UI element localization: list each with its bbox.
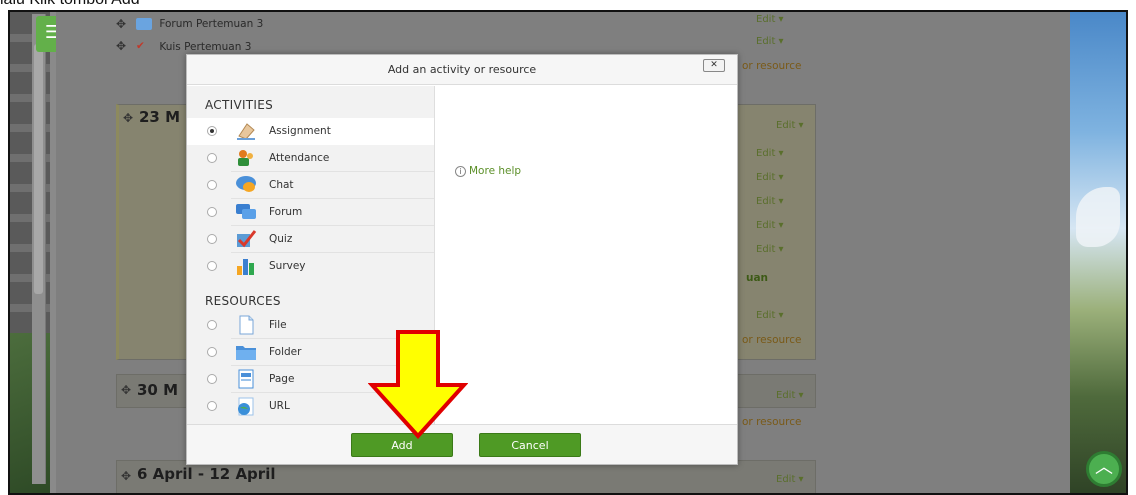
- assignment-icon: [237, 123, 255, 140]
- option-radio[interactable]: [207, 153, 217, 163]
- section-title: 6 April - 12 April: [137, 465, 276, 483]
- move-icon[interactable]: ✥: [121, 383, 131, 397]
- edit-menu-link[interactable]: Edit ▾: [776, 474, 804, 485]
- scroll-to-top-button[interactable]: ︿: [1086, 451, 1122, 487]
- instruction-caption: lalu Klik tombol Add: [0, 0, 140, 9]
- option-radio[interactable]: [207, 374, 217, 384]
- option-radio[interactable]: [207, 126, 217, 136]
- option-label: File: [269, 319, 287, 331]
- option-label: URL: [269, 400, 290, 412]
- option-label: Attendance: [269, 152, 330, 164]
- edit-menu-link[interactable]: Edit ▾: [756, 148, 784, 159]
- add-resource-link[interactable]: or resource: [742, 416, 802, 428]
- edit-menu-link[interactable]: Edit ▾: [756, 220, 784, 231]
- option-label: Page: [269, 373, 295, 385]
- edit-menu-link[interactable]: Edit ▾: [756, 36, 784, 47]
- edit-menu-link[interactable]: Edit ▾: [756, 244, 784, 255]
- option-chat[interactable]: Chat: [187, 172, 434, 199]
- option-label: Chat: [269, 179, 294, 191]
- option-quiz[interactable]: Quiz: [187, 226, 434, 253]
- option-label: Quiz: [269, 233, 293, 245]
- edit-menu-link[interactable]: Edit ▾: [776, 120, 804, 131]
- edit-menu-link[interactable]: Edit ▾: [776, 390, 804, 401]
- option-radio[interactable]: [207, 207, 217, 217]
- move-icon[interactable]: ✥: [116, 17, 126, 31]
- chat-icon: [236, 176, 256, 192]
- forum-icon: [136, 18, 152, 30]
- section-title: 23 M: [139, 108, 181, 126]
- survey-icon: [237, 259, 254, 275]
- option-survey[interactable]: Survey: [187, 253, 434, 280]
- page-icon: [238, 369, 254, 389]
- course-section-3: ✥ 6 April - 12 April: [116, 460, 816, 493]
- more-help-link[interactable]: i More help: [455, 165, 521, 177]
- option-radio[interactable]: [207, 320, 217, 330]
- course-activity-forum[interactable]: ✥ Forum Pertemuan 3: [116, 17, 264, 38]
- option-attendance[interactable]: Attendance: [187, 145, 434, 172]
- option-radio[interactable]: [207, 180, 217, 190]
- edit-menu-link[interactable]: Edit ▾: [756, 196, 784, 207]
- dialog-title: Add an activity or resource: [387, 63, 537, 76]
- add-resource-link[interactable]: or resource: [742, 334, 802, 346]
- course-activity-label: Kuis Pertemuan 3: [159, 41, 252, 53]
- add-resource-link[interactable]: or resource: [742, 60, 802, 72]
- edit-menu-link[interactable]: Edit ▾: [756, 310, 784, 321]
- move-icon[interactable]: ✥: [121, 469, 131, 483]
- option-radio[interactable]: [207, 401, 217, 411]
- move-icon[interactable]: ✥: [116, 39, 126, 53]
- move-icon[interactable]: ✥: [123, 111, 133, 125]
- activities-heading: ACTIVITIES: [205, 98, 274, 112]
- option-forum[interactable]: Forum: [187, 199, 434, 226]
- folder-icon: [236, 346, 256, 360]
- attendance-icon: [238, 150, 253, 166]
- cloud-image: [1076, 187, 1120, 247]
- down-arrow-annotation: [368, 330, 468, 439]
- section-link-fragment[interactable]: uan: [746, 272, 768, 284]
- option-label: Forum: [269, 206, 303, 218]
- option-radio[interactable]: [207, 234, 217, 244]
- file-icon: [239, 315, 254, 335]
- quiz-icon: ✔: [136, 40, 145, 52]
- option-label: Survey: [269, 260, 306, 272]
- dialog-header: Add an activity or resource ✕: [187, 55, 737, 85]
- forum-icon: [236, 204, 256, 219]
- left-scrollbar[interactable]: [32, 14, 46, 484]
- option-radio[interactable]: [207, 347, 217, 357]
- option-radio[interactable]: [207, 261, 217, 271]
- left-scrollbar-thumb[interactable]: [34, 44, 43, 294]
- option-assignment[interactable]: Assignment: [187, 118, 434, 145]
- more-help-label: More help: [469, 165, 522, 177]
- option-label: Assignment: [269, 125, 331, 137]
- background-scenery: ︿: [1070, 12, 1126, 493]
- edit-menu-link[interactable]: Edit ▾: [756, 14, 784, 25]
- close-button[interactable]: ✕: [703, 59, 725, 72]
- screenshot-frame: ☰ ✥ Forum Pertemuan 3 ✥ ✔ Kuis Pertemuan…: [8, 10, 1128, 495]
- url-icon: [238, 397, 254, 416]
- edit-menu-link[interactable]: Edit ▾: [756, 172, 784, 183]
- resources-heading: RESOURCES: [205, 294, 281, 308]
- option-label: Folder: [269, 346, 302, 358]
- section-title: 30 M: [137, 381, 179, 399]
- info-icon: i: [455, 166, 466, 177]
- quiz-icon: [237, 230, 257, 248]
- course-activity-label: Forum Pertemuan 3: [159, 18, 264, 30]
- cancel-button[interactable]: Cancel: [479, 433, 581, 457]
